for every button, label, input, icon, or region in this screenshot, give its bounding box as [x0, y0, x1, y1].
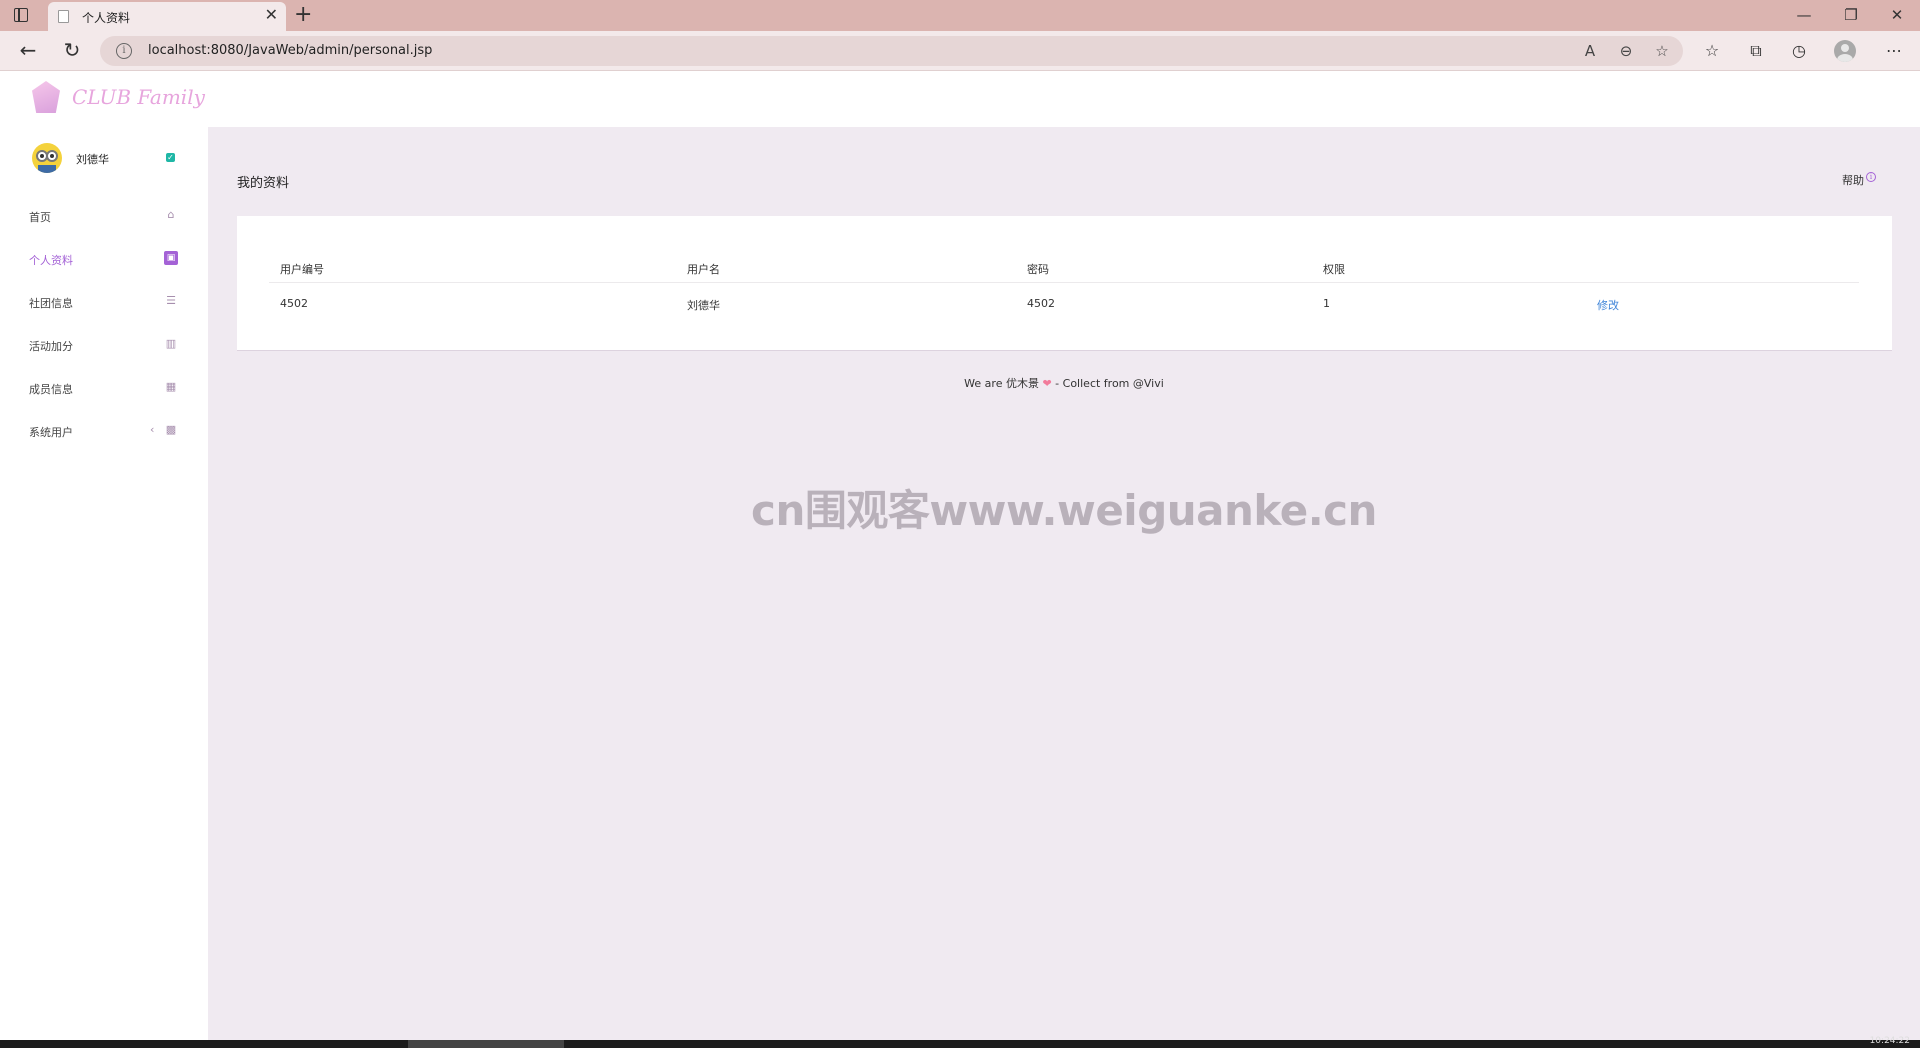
chevron-left-icon[interactable]: ‹ — [150, 423, 154, 437]
footer-suffix[interactable]: - Collect from @Vivi — [1052, 377, 1164, 390]
column-header-username: 用户名 — [687, 263, 720, 276]
refresh-icon[interactable]: ↻ — [58, 37, 86, 63]
edit-link[interactable]: 修改 — [1597, 297, 1619, 313]
os-taskbar: 10:24:22 — [0, 1036, 1920, 1048]
minimize-icon[interactable]: — — [1789, 4, 1819, 26]
history-icon[interactable]: ◷ — [1786, 40, 1812, 62]
url-text[interactable]: localhost:8080/JavaWeb/admin/personal.js… — [148, 43, 432, 58]
help-link[interactable]: 帮助 i — [1842, 172, 1876, 188]
sidebar-item-label: 活动加分 — [29, 340, 73, 353]
column-header-user-id: 用户编号 — [280, 263, 324, 276]
site-logo[interactable]: CLUB Family — [72, 85, 205, 109]
sidebar-item-home[interactable]: 首页 ⌂ — [0, 201, 208, 231]
cell-password: 4502 — [1027, 297, 1055, 310]
restore-icon[interactable]: ❐ — [1836, 4, 1866, 26]
table-divider — [269, 282, 1859, 283]
browser-tab-strip: 个人资料 ✕ + — ❐ ✕ — [0, 0, 1920, 31]
sidebar-item-club-info[interactable]: 社团信息 ☰ — [0, 287, 208, 317]
profile-avatar-icon[interactable] — [1834, 40, 1856, 62]
cell-username: 刘德华 — [687, 299, 720, 312]
page-icon — [58, 10, 69, 23]
main-content: 我的资料 帮助 i 用户编号 用户名 密码 权限 4502 刘德华 4502 1 … — [208, 127, 1920, 1040]
back-icon[interactable]: ← — [14, 37, 42, 63]
verified-check-icon: ✓ — [166, 153, 175, 162]
profile-card-icon: ▣ — [164, 251, 178, 265]
logo-gem-icon — [32, 81, 60, 113]
taskbar-app[interactable] — [408, 1040, 564, 1048]
zoom-out-icon[interactable]: ⊖ — [1614, 41, 1638, 61]
page-title: 我的资料 — [237, 176, 290, 191]
site-header: CLUB Family — [0, 71, 1920, 127]
home-icon: ⌂ — [167, 208, 175, 221]
list-icon: ☰ — [166, 294, 176, 307]
heart-icon: ❤ — [1042, 377, 1052, 390]
read-aloud-icon[interactable]: A — [1578, 41, 1602, 61]
column-header-password: 密码 — [1027, 263, 1049, 276]
sidebar-item-member-info[interactable]: 成员信息 ▦ — [0, 373, 208, 403]
sidebar-item-label: 系统用户 — [29, 426, 73, 439]
briefcase-icon: ▩ — [165, 423, 177, 436]
info-circle-icon: i — [1866, 172, 1876, 182]
tab-title: 个人资料 — [82, 11, 131, 25]
avatar-overall — [38, 165, 56, 173]
sidebar-item-profile[interactable]: 个人资料 ▣ — [0, 244, 208, 274]
close-tab-icon[interactable]: ✕ — [265, 6, 278, 24]
sidebar: 刘德华 ✓ 首页 ⌂ 个人资料 ▣ 社团信息 ☰ 活动加分 ▥ 成员信息 ▦ 系… — [0, 127, 208, 1040]
sidebar-item-label: 个人资料 — [29, 254, 73, 267]
browser-toolbar: ← ↻ i localhost:8080/JavaWeb/admin/perso… — [0, 31, 1920, 71]
sidebar-item-label: 社团信息 — [29, 297, 73, 310]
sidebar-item-activity-points[interactable]: 活动加分 ▥ — [0, 330, 208, 360]
close-window-icon[interactable]: ✕ — [1882, 4, 1912, 26]
avatar-goggle — [46, 150, 58, 162]
browser-tab[interactable]: 个人资料 ✕ — [48, 2, 286, 31]
site-info-icon[interactable]: i — [116, 43, 132, 59]
sidebar-item-system-users[interactable]: 系统用户 ‹ ▩ — [0, 416, 208, 446]
column-header-permission: 权限 — [1323, 263, 1345, 276]
watermark: cn围观客www.weiguanke.cn — [751, 486, 1377, 535]
collections-icon[interactable]: ⧉ — [1743, 40, 1769, 62]
sidebar-item-label: 成员信息 — [29, 383, 73, 396]
taskbar-clock: 10:24:22 — [1869, 1036, 1910, 1046]
footer-prefix: We are 优木景 — [964, 377, 1039, 390]
favorite-add-icon[interactable]: ☆ — [1650, 41, 1674, 61]
help-label: 帮助 — [1842, 174, 1864, 187]
address-bar[interactable]: i localhost:8080/JavaWeb/admin/personal.… — [100, 36, 1683, 66]
user-name: 刘德华 — [76, 153, 109, 166]
avatar — [32, 143, 62, 173]
profile-table-card: 用户编号 用户名 密码 权限 4502 刘德华 4502 1 修改 — [237, 216, 1892, 351]
page-footer: We are 优木景 ❤ - Collect from @Vivi — [208, 375, 1920, 391]
tab-actions-icon[interactable] — [14, 8, 28, 22]
sidebar-item-label: 首页 — [29, 211, 51, 224]
table-icon: ▦ — [165, 380, 177, 393]
cell-permission: 1 — [1323, 297, 1330, 310]
new-tab-button[interactable]: + — [294, 2, 312, 28]
cell-user-id: 4502 — [280, 297, 308, 310]
favorites-icon[interactable]: ☆ — [1699, 40, 1725, 62]
more-icon[interactable]: ⋯ — [1881, 40, 1907, 62]
bar-chart-icon: ▥ — [165, 337, 177, 350]
